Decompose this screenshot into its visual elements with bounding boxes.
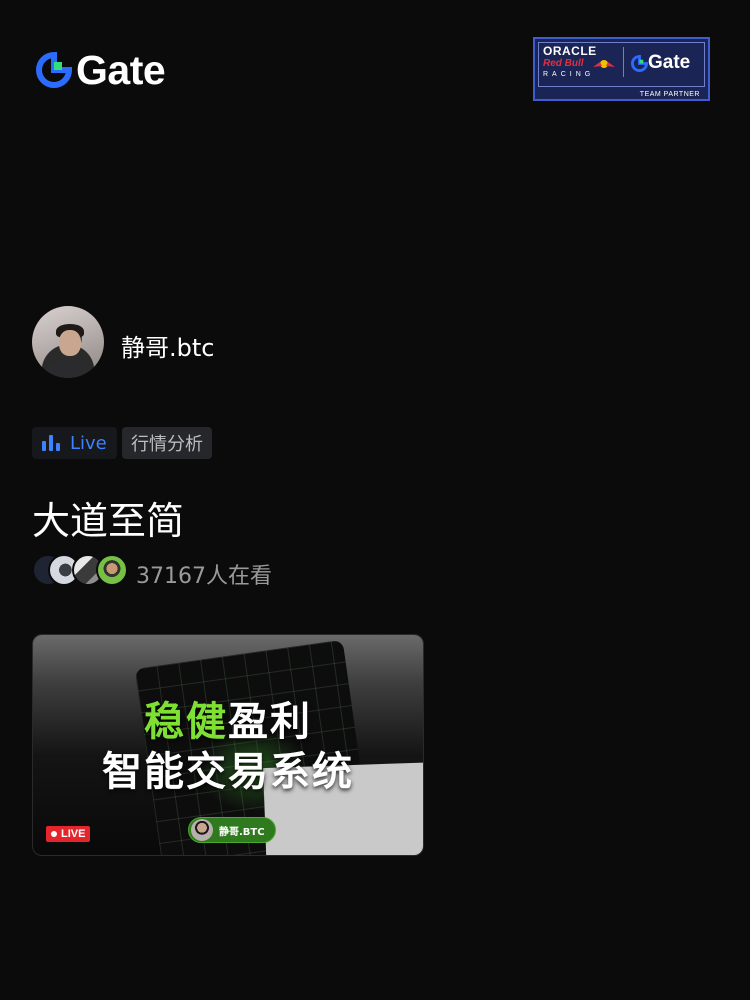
partner-redbull-text: Red Bull (543, 58, 584, 69)
avatar-body (46, 358, 92, 378)
live-badge: LIVE (46, 826, 91, 842)
card-host-chip: 静哥.BTC (188, 817, 276, 843)
partner-racing-text: RACING (543, 71, 595, 78)
red-bull-icon (593, 60, 615, 68)
host-name[interactable]: 静哥.btc (121, 328, 214, 363)
partner-gate-logo: Gate (631, 52, 690, 74)
avatar (96, 554, 128, 586)
card-headline-line2: 智能交易系统 (102, 749, 354, 795)
host-avatar[interactable] (32, 306, 104, 378)
avatar-face (59, 330, 81, 356)
gate-logo-icon (631, 54, 648, 72)
category-tag[interactable]: 行情分析 (122, 427, 212, 459)
card-host-name: 静哥.BTC (219, 826, 265, 838)
bar-chart-icon (42, 435, 60, 451)
stream-title: 大道至简 (32, 499, 185, 543)
partner-oracle-text: ORACLE (543, 44, 597, 58)
live-room-page: Gate ORACLE Red Bull RACING Gate TEAM PA… (0, 0, 750, 1000)
viewer-count: 37167人在看 (136, 564, 272, 589)
live-dot-icon (51, 831, 57, 837)
partner-gate-text: Gate (648, 52, 691, 73)
viewer-avatars (32, 554, 132, 586)
brand-name: Gate (76, 46, 166, 93)
live-badge-label: LIVE (61, 828, 86, 840)
partner-divider (623, 47, 624, 77)
live-tag: Live (32, 427, 117, 459)
live-tag-label: Live (70, 432, 107, 454)
partner-footer-text: TEAM PARTNER (639, 91, 700, 98)
stream-preview-card[interactable]: 稳健盈利 智能交易系统 LIVE 静哥.BTC (32, 634, 424, 856)
gate-logo-icon (36, 52, 72, 88)
avatar (191, 819, 213, 841)
team-partner-badge[interactable]: ORACLE Red Bull RACING Gate TEAM PARTNER (533, 37, 710, 101)
gate-logo[interactable]: Gate (36, 47, 166, 93)
